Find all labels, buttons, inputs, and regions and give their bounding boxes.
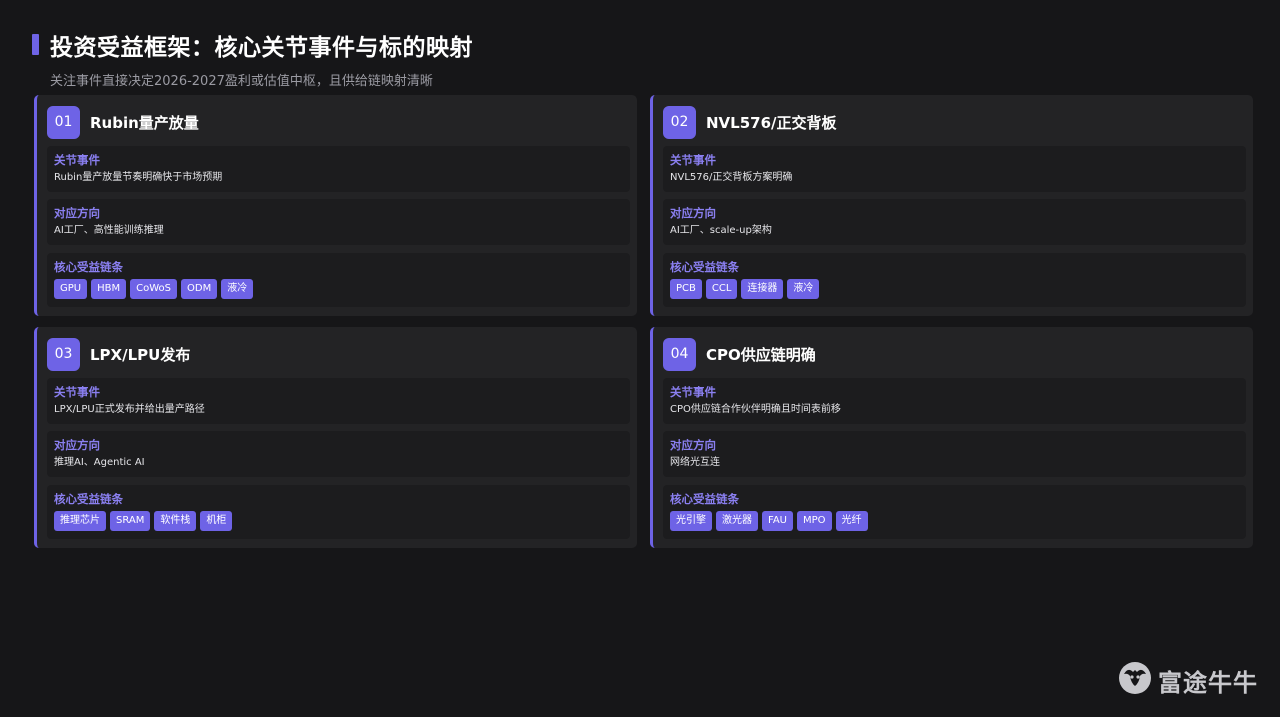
direction-label: 对应方向 bbox=[670, 438, 716, 452]
card-nvl576: 02 NVL576/正交背板 关节事件 NVL576/正交背板方案明确 对应方向… bbox=[650, 95, 1253, 316]
event-label: 关节事件 bbox=[54, 153, 100, 167]
tag: 连接器 bbox=[741, 279, 784, 299]
tag: 推理芯片 bbox=[54, 511, 106, 531]
chain-section: 核心受益链条 GPU HBM CoWoS ODM 液冷 bbox=[47, 253, 630, 307]
direction-section: 对应方向 网络光互连 bbox=[663, 431, 1246, 477]
tag: MPO bbox=[797, 511, 832, 531]
direction-section: 对应方向 推理AI、Agentic AI bbox=[47, 431, 630, 477]
card-title: NVL576/正交背板 bbox=[706, 113, 837, 132]
direction-text: AI工厂、scale-up架构 bbox=[670, 225, 772, 236]
chain-section: 核心受益链条 推理芯片 SRAM 软件栈 机柜 bbox=[47, 485, 630, 539]
card-number-badge: 01 bbox=[47, 105, 80, 139]
event-text: CPO供应链合作伙伴明确且时间表前移 bbox=[670, 404, 841, 415]
tag: 软件栈 bbox=[154, 511, 197, 531]
event-text: NVL576/正交背板方案明确 bbox=[670, 172, 793, 183]
card-title: Rubin量产放量 bbox=[90, 113, 199, 132]
direction-text: AI工厂、高性能训练推理 bbox=[54, 225, 164, 236]
tag: ODM bbox=[181, 279, 218, 299]
direction-section: 对应方向 AI工厂、scale-up架构 bbox=[663, 199, 1246, 245]
chain-section: 核心受益链条 光引擎 激光器 FAU MPO 光纤 bbox=[663, 485, 1246, 539]
tag: CCL bbox=[705, 279, 738, 299]
tag: 激光器 bbox=[716, 511, 758, 531]
tag: GPU bbox=[54, 279, 88, 299]
tag-list: PCB CCL 连接器 液冷 bbox=[670, 279, 1239, 299]
card-header: 03 LPX/LPU发布 bbox=[47, 337, 190, 371]
chain-label: 核心受益链条 bbox=[670, 492, 739, 506]
tag: PCB bbox=[670, 279, 702, 299]
event-label: 关节事件 bbox=[670, 385, 716, 399]
tag: 机柜 bbox=[200, 511, 233, 531]
direction-section: 对应方向 AI工厂、高性能训练推理 bbox=[47, 199, 630, 245]
page-title: 投资受益框架：核心关节事件与标的映射 bbox=[50, 35, 473, 61]
tag: 液冷 bbox=[221, 279, 254, 299]
chain-label: 核心受益链条 bbox=[54, 492, 123, 506]
card-cpo: 04 CPO供应链明确 关节事件 CPO供应链合作伙伴明确且时间表前移 对应方向… bbox=[650, 327, 1253, 548]
direction-text: 网络光互连 bbox=[670, 457, 720, 468]
card-title: LPX/LPU发布 bbox=[90, 345, 191, 364]
watermark-text: 富途牛牛 bbox=[1158, 668, 1258, 697]
title-accent-bar bbox=[32, 34, 39, 55]
tag: HBM bbox=[91, 279, 127, 299]
event-section: 关节事件 LPX/LPU正式发布并给出量产路径 bbox=[47, 378, 630, 424]
card-title: CPO供应链明确 bbox=[706, 345, 816, 364]
card-rubin: 01 Rubin量产放量 关节事件 Rubin量产放量节奏明确快于市场预期 对应… bbox=[34, 95, 637, 316]
tag-list: 推理芯片 SRAM 软件栈 机柜 bbox=[54, 511, 623, 531]
tag: 光引擎 bbox=[670, 511, 712, 531]
event-label: 关节事件 bbox=[54, 385, 100, 399]
tag: FAU bbox=[762, 511, 793, 531]
card-header: 04 CPO供应链明确 bbox=[663, 337, 816, 371]
card-number-badge: 02 bbox=[663, 105, 696, 139]
tag: CoWoS bbox=[130, 279, 177, 299]
tag-list: GPU HBM CoWoS ODM 液冷 bbox=[54, 279, 623, 299]
event-section: 关节事件 NVL576/正交背板方案明确 bbox=[663, 146, 1246, 192]
direction-label: 对应方向 bbox=[54, 206, 100, 220]
futu-bull-logo-icon bbox=[1118, 661, 1152, 699]
card-lpx: 03 LPX/LPU发布 关节事件 LPX/LPU正式发布并给出量产路径 对应方… bbox=[34, 327, 637, 548]
page-subtitle: 关注事件直接决定2026-2027盈利或估值中枢，且供给链映射清晰 bbox=[50, 74, 433, 89]
card-header: 01 Rubin量产放量 bbox=[47, 105, 199, 139]
watermark-logo: 富途牛牛 bbox=[1118, 661, 1258, 699]
chain-label: 核心受益链条 bbox=[54, 260, 123, 274]
tag: SRAM bbox=[110, 511, 151, 531]
tag-list: 光引擎 激光器 FAU MPO 光纤 bbox=[670, 511, 1239, 531]
direction-text: 推理AI、Agentic AI bbox=[54, 457, 145, 468]
tag: 光纤 bbox=[835, 511, 868, 531]
tag: 液冷 bbox=[787, 279, 820, 299]
direction-label: 对应方向 bbox=[54, 438, 100, 452]
card-number-badge: 03 bbox=[47, 337, 80, 371]
card-header: 02 NVL576/正交背板 bbox=[663, 105, 837, 139]
chain-label: 核心受益链条 bbox=[670, 260, 739, 274]
card-number-badge: 04 bbox=[663, 337, 696, 371]
chain-section: 核心受益链条 PCB CCL 连接器 液冷 bbox=[663, 253, 1246, 307]
event-text: LPX/LPU正式发布并给出量产路径 bbox=[54, 404, 205, 415]
event-text: Rubin量产放量节奏明确快于市场预期 bbox=[54, 172, 223, 183]
event-section: 关节事件 CPO供应链合作伙伴明确且时间表前移 bbox=[663, 378, 1246, 424]
event-label: 关节事件 bbox=[670, 153, 716, 167]
direction-label: 对应方向 bbox=[670, 206, 716, 220]
event-section: 关节事件 Rubin量产放量节奏明确快于市场预期 bbox=[47, 146, 630, 192]
